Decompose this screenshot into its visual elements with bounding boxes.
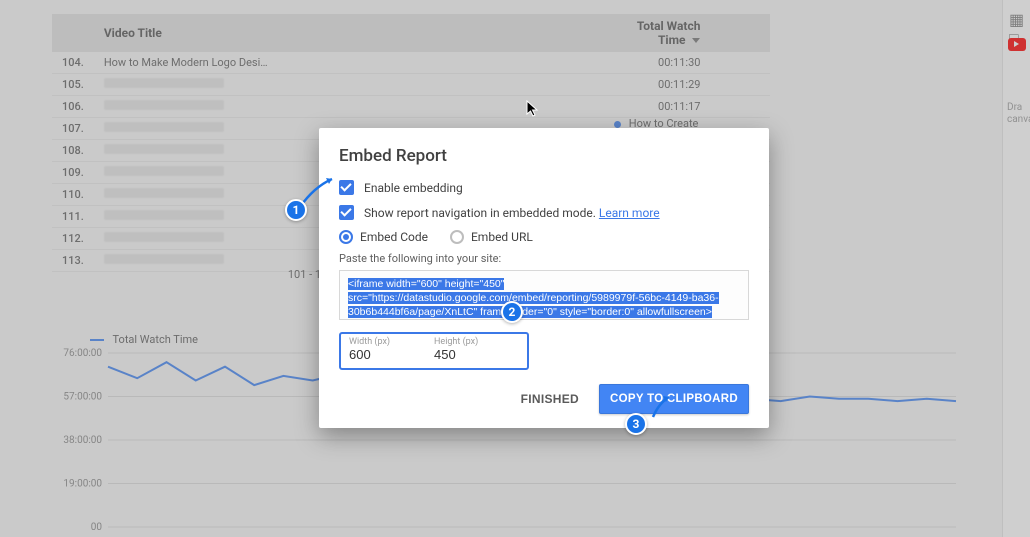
embed-code-text: <iframe width="600" height="450" src="ht…	[348, 278, 719, 320]
finished-button[interactable]: FINISHED	[513, 384, 587, 414]
width-label: Width (px)	[349, 337, 434, 347]
annotation-badge-1: 1	[285, 199, 307, 221]
enable-embedding-checkbox[interactable]	[339, 180, 354, 195]
annotation-badge-3: 3	[625, 413, 647, 435]
embed-code-radio[interactable]: Embed Code	[339, 230, 428, 244]
dialog-title: Embed Report	[339, 146, 749, 166]
height-label: Height (px)	[434, 337, 519, 347]
embed-url-radio[interactable]: Embed URL	[450, 230, 533, 244]
height-input[interactable]	[434, 347, 519, 362]
show-navigation-checkbox[interactable]	[339, 205, 354, 220]
copy-to-clipboard-button[interactable]: COPY TO CLIPBOARD	[599, 384, 749, 414]
embed-url-radio-label: Embed URL	[471, 230, 533, 244]
radio-selected-icon	[339, 230, 353, 244]
enable-embedding-label: Enable embedding	[364, 181, 463, 195]
show-navigation-label: Show report navigation in embedded mode.	[364, 206, 596, 220]
dimensions-group: Width (px) Height (px)	[339, 332, 529, 370]
learn-more-link[interactable]: Learn more	[599, 206, 660, 220]
embed-code-radio-label: Embed Code	[360, 230, 428, 244]
width-input[interactable]	[349, 347, 434, 362]
paste-instructions: Paste the following into your site:	[339, 252, 749, 265]
embed-report-dialog: Embed Report Enable embedding Show repor…	[319, 128, 769, 428]
page-root: Video Title Total Watch Time 104.How to …	[0, 0, 1030, 537]
annotation-badge-2: 2	[501, 301, 523, 323]
embed-code-textarea[interactable]: <iframe width="600" height="450" src="ht…	[339, 270, 749, 320]
radio-unselected-icon	[450, 230, 464, 244]
